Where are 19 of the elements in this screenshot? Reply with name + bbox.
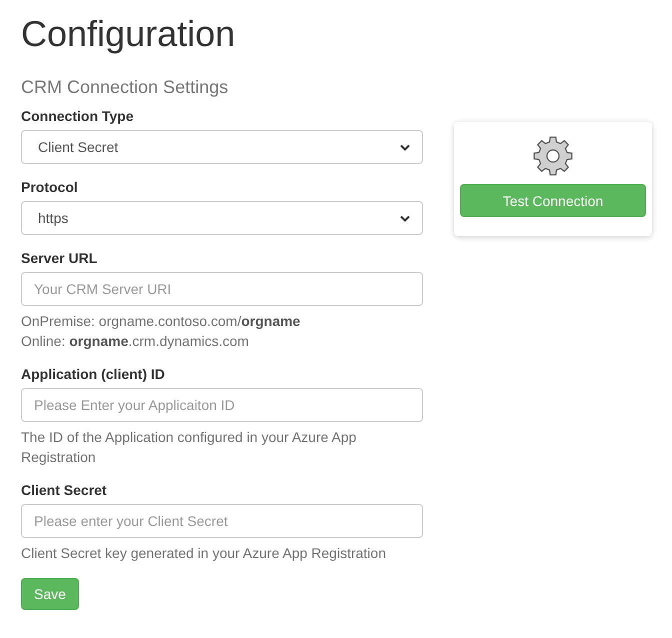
dropdown[interactable]: Client Secret (21, 130, 423, 164)
caret-icon (400, 144, 410, 150)
help-text: Online: orgname.crm.dynamics.com (21, 332, 250, 351)
field-label: Application (client) ID (21, 366, 166, 382)
help-text: OnPremise: orgname.contoso.com/orgname (21, 312, 302, 331)
field-label: Connection Type (21, 108, 135, 124)
field-label: Protocol (21, 179, 79, 195)
section-subtitle: CRM Connection Settings (21, 76, 230, 98)
help-text: The ID of the Application configured in your Azure App Registration (21, 428, 358, 467)
gear-icon (531, 134, 575, 178)
input-field[interactable]: Your CRM Server URI (21, 272, 423, 306)
field-label: Server URL (21, 250, 98, 266)
page-title: Configuration (21, 12, 236, 56)
input-field[interactable]: Please enter your Client Secret (21, 504, 423, 538)
input-field[interactable]: Please Enter your Applicaiton ID (21, 388, 423, 422)
field-label: Client Secret (21, 482, 108, 498)
caret-icon (400, 214, 410, 222)
dropdown[interactable]: https (21, 201, 423, 235)
help-text: Client Secret key generated in your Azure App Registration (21, 544, 387, 563)
